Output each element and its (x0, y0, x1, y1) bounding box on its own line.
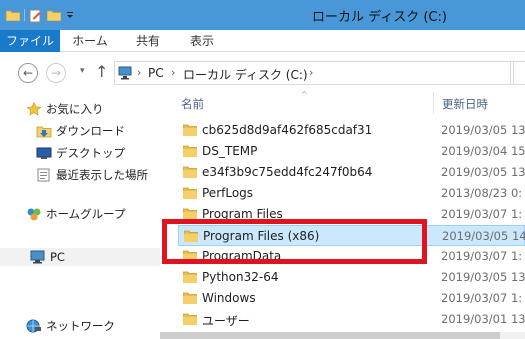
refresh-button-edge[interactable] (510, 61, 525, 85)
file-row[interactable]: PerfLogs 2013/08/23 0: (178, 183, 525, 204)
file-row[interactable]: Program Files (x86) 2019/03/05 14 (178, 225, 525, 246)
file-row[interactable]: DS_TEMP 2019/03/04 15 (178, 141, 525, 162)
file-name: ユーザー (202, 314, 250, 328)
tab-share[interactable]: 共有 (124, 30, 172, 52)
nav-favorites-label: お気に入り (46, 102, 104, 116)
nav-network-label: ネットワーク (46, 319, 115, 333)
properties-icon[interactable] (29, 9, 43, 23)
file-row[interactable]: ユーザー 2019/03/01 13 (178, 309, 525, 330)
file-date-modified: 2019/03/07 1: (441, 207, 523, 221)
window-title: ローカル ディスク (C:) (312, 10, 447, 25)
file-row[interactable]: Python32-64 2019/03/05 13 (178, 267, 525, 288)
nav-pc[interactable]: PC (0, 248, 160, 266)
horizontal-scrollbar[interactable] (160, 332, 525, 339)
file-name: cb625d8d9af462f685cdaf31 (202, 123, 373, 137)
file-name: ProgramData (202, 249, 282, 263)
file-row[interactable]: e34f3b9c75edd4fc247f0b64 2019/03/05 13 (178, 162, 525, 183)
column-divider[interactable] (433, 92, 434, 114)
file-row[interactable]: ProgramData 2019/03/07 1: (178, 246, 525, 267)
nav-pc-label: PC (50, 250, 65, 264)
file-name: e34f3b9c75edd4fc247f0b64 (202, 165, 373, 179)
new-folder-icon[interactable] (46, 9, 62, 22)
ribbon-tabs: ファイル ホーム 共有 表示 (0, 30, 525, 52)
scrollbar-thumb[interactable] (160, 332, 500, 339)
customize-toolbar-icon[interactable] (65, 9, 75, 21)
breadcrumb-separator[interactable]: › (309, 66, 313, 79)
folder-icon (182, 250, 198, 263)
star-icon (26, 101, 42, 116)
file-row[interactable]: Program Files 2019/03/07 1: (178, 204, 525, 225)
back-button[interactable]: ← (18, 63, 38, 83)
homegroup-icon (26, 207, 42, 221)
file-date-modified: 2019/03/04 15 (441, 144, 525, 158)
navigation-row: ← → ▾ ↑ › PC › ローカル ディスク (C:) › (0, 52, 525, 92)
folder-icon (182, 187, 198, 200)
file-date-modified: 2013/08/23 0: (441, 186, 523, 200)
desktop-icon (36, 146, 52, 160)
file-name: PerfLogs (202, 186, 254, 200)
up-button[interactable]: ↑ (95, 62, 108, 81)
column-header-bar: ^ 名前 更新日時 (160, 90, 525, 114)
file-name: Program Files (x86) (203, 229, 320, 243)
breadcrumb-pc[interactable]: PC (148, 66, 164, 80)
title-bar: ローカル ディスク (C:) (0, 0, 525, 30)
file-row[interactable]: Windows 2019/03/07 1: (178, 288, 525, 309)
recent-locations-dropdown[interactable]: ▾ (80, 66, 85, 76)
file-name: Windows (202, 291, 256, 305)
file-name: Python32-64 (202, 270, 279, 284)
nav-homegroup[interactable]: ホームグループ (26, 205, 125, 223)
file-date-modified: 2019/03/05 13 (441, 270, 525, 284)
file-date-modified: 2019/03/07 1: (441, 291, 523, 305)
folder-icon (182, 124, 198, 137)
tab-view[interactable]: 表示 (178, 30, 226, 52)
toolbar-divider (24, 9, 25, 21)
nav-item-desktop[interactable]: デスクトップ (36, 144, 125, 162)
nav-item-recent-places[interactable]: 最近表示した場所 (36, 166, 148, 184)
file-date-modified: 2019/03/05 14 (442, 229, 525, 243)
network-icon (26, 319, 42, 333)
pc-icon (30, 250, 46, 264)
file-date-modified: 2019/03/07 1: (441, 249, 523, 263)
column-header-name[interactable]: 名前 (181, 96, 204, 112)
nav-item-desktop-label: デスクトップ (56, 146, 125, 160)
folder-icon (183, 230, 199, 243)
download-folder-icon (36, 124, 52, 138)
file-date-modified: 2019/03/05 13 (441, 123, 525, 137)
breadcrumb-local-disk[interactable]: ローカル ディスク (C:) (183, 66, 308, 83)
breadcrumb-separator: › (137, 66, 142, 79)
nav-homegroup-label: ホームグループ (46, 207, 126, 221)
forward-button[interactable]: → (46, 63, 66, 83)
file-date-modified: 2019/03/01 13 (441, 312, 525, 326)
tab-file[interactable]: ファイル (0, 30, 60, 52)
folder-icon (182, 208, 198, 221)
column-header-date-modified[interactable]: 更新日時 (442, 96, 488, 112)
file-date-modified: 2019/03/05 13 (441, 165, 525, 179)
file-list: cb625d8d9af462f685cdaf31 2019/03/05 13 DS_… (160, 114, 525, 339)
nav-network[interactable]: ネットワーク (26, 317, 115, 335)
nav-item-downloads-label: ダウンロード (56, 124, 125, 138)
nav-item-downloads[interactable]: ダウンロード (36, 122, 125, 140)
breadcrumb-separator: › (171, 66, 176, 79)
recent-places-icon (36, 168, 52, 182)
address-bar[interactable]: › PC › ローカル ディスク (C:) › (114, 61, 514, 85)
folder-icon (182, 166, 198, 179)
folder-icon (182, 313, 198, 326)
quick-access-toolbar (5, 7, 75, 23)
nav-favorites[interactable]: お気に入り (26, 100, 104, 118)
folder-icon (182, 145, 198, 158)
folder-icon (182, 271, 198, 284)
pc-icon (118, 66, 134, 80)
folder-icon[interactable] (5, 9, 21, 22)
file-row[interactable]: cb625d8d9af462f685cdaf31 2019/03/05 13 (178, 120, 525, 141)
sort-ascending-icon: ^ (301, 90, 308, 99)
folder-icon (182, 292, 198, 305)
file-name: Program Files (202, 207, 283, 221)
navigation-pane: お気に入り ダウンロード デスクトップ 最近表示した場所 ホームグループ PC (0, 92, 160, 339)
tab-home[interactable]: ホーム (66, 30, 114, 52)
nav-item-recent-places-label: 最近表示した場所 (56, 168, 148, 182)
file-name: DS_TEMP (202, 144, 258, 158)
